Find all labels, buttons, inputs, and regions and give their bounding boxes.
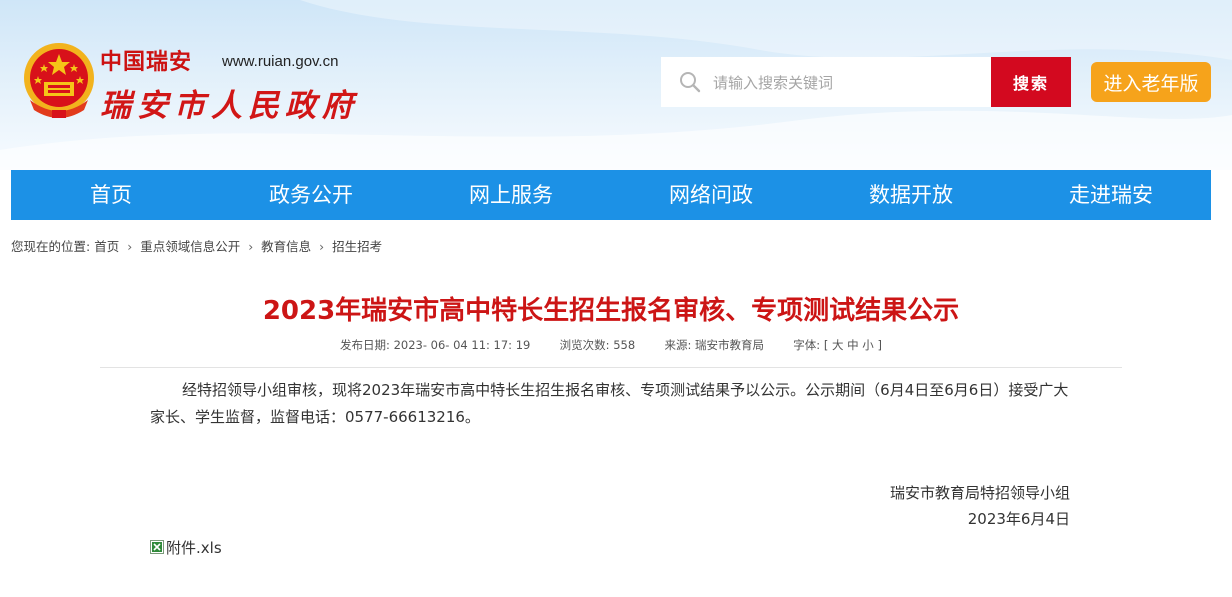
search-input[interactable] <box>711 57 985 109</box>
breadcrumb-item-admissions[interactable]: 招生招考 <box>332 239 382 254</box>
meta-views-value: 558 <box>613 338 636 352</box>
signature-date: 2023年6月4日 <box>967 510 1070 528</box>
font-size-small[interactable]: 小 <box>862 338 874 352</box>
article-body: 经特招领导小组审核，现将2023年瑞安市高中特长生招生报名审核、专项测试结果予以… <box>150 381 1069 426</box>
excel-file-icon <box>150 540 164 554</box>
meta-date-label: 发布日期: <box>340 338 390 352</box>
font-size-medium[interactable]: 中 <box>847 338 859 352</box>
breadcrumb-item-education[interactable]: 教育信息 <box>261 239 311 254</box>
nav-item-online-inquiry[interactable]: 网络问政 <box>611 170 811 220</box>
site-header: 中国瑞安 www.ruian.gov.cn 瑞安市人民政府 搜索 进入老年版 <box>0 0 1232 170</box>
breadcrumb-item-home[interactable]: 首页 <box>94 239 119 254</box>
main-nav: 首页 政务公开 网上服务 网络问政 数据开放 走进瑞安 <box>11 170 1211 220</box>
site-name: 瑞安市人民政府 <box>100 88 359 124</box>
search-button[interactable]: 搜索 <box>991 57 1071 107</box>
font-bracket-close: ] <box>877 338 882 352</box>
meta-divider <box>100 367 1122 368</box>
font-size-large[interactable]: 大 <box>832 338 844 352</box>
breadcrumb-separator: › <box>319 239 325 254</box>
meta-views-label: 浏览次数: <box>559 338 610 352</box>
search-box <box>661 57 991 109</box>
signature-organization: 瑞安市教育局特招领导小组 <box>889 484 1070 502</box>
breadcrumb-prefix: 您现在的位置: <box>11 239 91 254</box>
font-bracket-open: [ <box>823 338 829 352</box>
brand-url: www.ruian.gov.cn <box>222 53 339 70</box>
attachment-label[interactable]: 附件.xls <box>166 537 222 558</box>
breadcrumb-item-key-areas[interactable]: 重点领域信息公开 <box>140 239 240 254</box>
breadcrumb: 您现在的位置: 首页 › 重点领域信息公开 › 教育信息 › 招生招考 <box>11 236 382 254</box>
nav-item-home[interactable]: 首页 <box>11 170 211 220</box>
article-title: 2023年瑞安市高中特长生招生报名审核、专项测试结果公示 <box>262 296 960 326</box>
nav-item-about-ruian[interactable]: 走进瑞安 <box>1011 170 1211 220</box>
breadcrumb-separator: › <box>127 239 133 254</box>
nav-item-online-services[interactable]: 网上服务 <box>411 170 611 220</box>
meta-font-label: 字体: <box>793 338 821 352</box>
meta-source-label: 来源: <box>664 338 692 352</box>
breadcrumb-separator: › <box>248 239 254 254</box>
elder-mode-button[interactable]: 进入老年版 <box>1091 62 1211 102</box>
article-meta: 发布日期: 2023- 06- 04 11: 17: 19 浏览次数: 558 … <box>0 337 1222 353</box>
search-icon <box>680 72 701 93</box>
national-emblem-icon <box>24 43 94 118</box>
meta-date-value: 2023- 06- 04 11: 17: 19 <box>393 338 531 352</box>
brand-china-ruian: 中国瑞安 <box>100 49 193 75</box>
nav-item-open-data[interactable]: 数据开放 <box>811 170 1011 220</box>
attachment-link[interactable]: 附件.xls <box>150 536 222 558</box>
nav-item-gov-affairs[interactable]: 政务公开 <box>211 170 411 220</box>
meta-source-value: 瑞安市教育局 <box>694 338 764 352</box>
